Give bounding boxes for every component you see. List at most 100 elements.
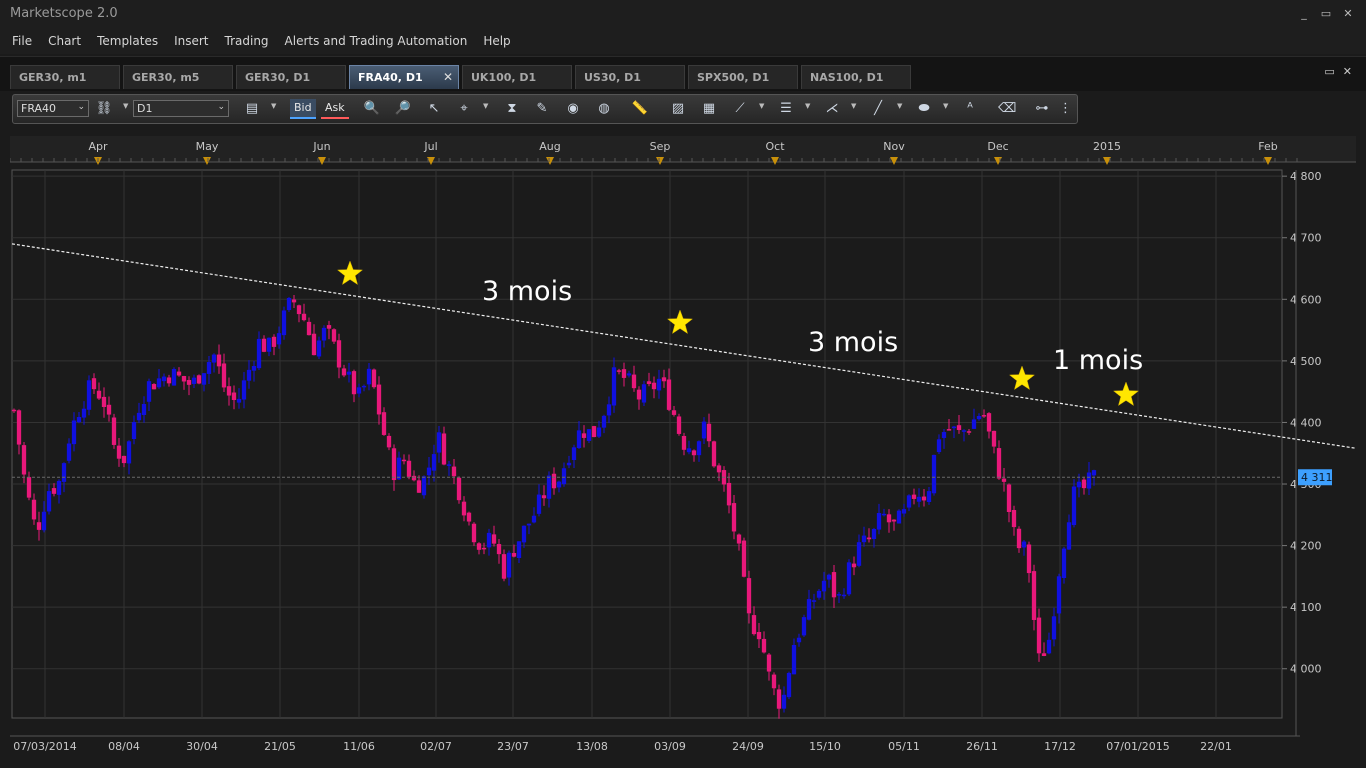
tab-spx500-d1[interactable]: SPX500, D1	[688, 65, 798, 89]
tab-close-icon[interactable]: ✕	[443, 70, 453, 84]
tab-ger30-d1[interactable]: GER30, D1	[236, 65, 346, 89]
chevron-down-icon[interactable]: ▼	[943, 102, 948, 110]
candle-up	[1061, 548, 1067, 579]
properties-icon[interactable]: ▦	[700, 100, 718, 118]
chevron-down-icon: ⌄	[77, 102, 85, 112]
tab-us30-d1[interactable]: US30, D1	[575, 65, 685, 89]
candle-down	[1026, 544, 1032, 574]
instrument-select[interactable]: FRA40 ⌄	[17, 100, 89, 117]
candle-down	[981, 415, 987, 417]
candle-up	[641, 384, 647, 403]
pitchfork-icon[interactable]: ⋌	[823, 100, 841, 118]
candle-down	[26, 477, 32, 498]
fibonacci-icon[interactable]: ⟋	[731, 100, 749, 118]
tab-fra40-d1[interactable]: FRA40, D1 ✕	[349, 65, 459, 89]
menu-trading[interactable]: Trading	[217, 30, 277, 54]
chevron-down-icon[interactable]: ▼	[851, 102, 856, 110]
candle-up	[881, 513, 887, 516]
candle-down	[716, 465, 722, 473]
candle-up	[841, 594, 847, 597]
ruler-icon[interactable]: 📏	[631, 100, 649, 118]
tab-ger30-m1[interactable]: GER30, m1	[10, 65, 120, 89]
chevron-down-icon[interactable]: ▼	[483, 102, 488, 110]
candle-up	[56, 480, 62, 495]
chevron-down-icon[interactable]: ▼	[759, 102, 764, 110]
eraser-icon[interactable]: ⌫	[998, 100, 1016, 118]
x-tick-label: 17/12	[1044, 740, 1076, 753]
chart-area[interactable]: Apr May Jun Jul Aug Sep Oct Nov Dec 2015 Feb 4 800 4…	[9, 136, 1357, 760]
chevron-down-icon: ⌄	[217, 102, 225, 112]
close-button[interactable]: ✕	[1342, 8, 1354, 20]
link-icon[interactable]: ⛓	[95, 100, 113, 118]
tab-uk100-d1[interactable]: UK100, D1	[462, 65, 572, 89]
more-icon[interactable]: ⋮	[1059, 100, 1072, 118]
cursor-icon[interactable]: ↖	[425, 100, 443, 118]
indicator-icon[interactable]: ⧗	[503, 100, 521, 118]
candle-up	[686, 448, 692, 453]
candle-up	[1056, 576, 1062, 614]
chevron-down-icon[interactable]: ▼	[123, 102, 128, 110]
x-tick-label: 02/07	[420, 740, 452, 753]
candle-up	[926, 491, 932, 502]
candlestick-chart[interactable]: Apr May Jun Jul Aug Sep Oct Nov Dec 2015 Feb 4 800 4…	[9, 136, 1357, 760]
candle-down	[186, 380, 192, 385]
chevron-down-icon[interactable]: ▼	[805, 102, 810, 110]
month-label: Oct	[765, 140, 785, 153]
ask-button[interactable]: Ask	[321, 99, 349, 119]
edit-icon[interactable]: ✎	[533, 100, 551, 118]
image-icon[interactable]: ▨	[669, 100, 687, 118]
current-price-label: 4 311	[1301, 471, 1333, 484]
text-icon[interactable]: ᴬ	[961, 100, 979, 118]
hierarchy-icon[interactable]: ⊶	[1033, 100, 1051, 118]
crosshair-icon[interactable]: ⌖	[455, 100, 473, 118]
candle-up	[191, 377, 197, 384]
minimize-button[interactable]: _	[1298, 8, 1310, 20]
candle-up	[916, 496, 922, 502]
menu-insert[interactable]: Insert	[166, 30, 216, 54]
candle-up	[936, 439, 942, 453]
candle-down	[866, 537, 872, 540]
candle-down	[466, 512, 472, 522]
candle-down	[891, 519, 897, 522]
zoom-out-icon[interactable]: 🔎	[394, 100, 412, 118]
channel-icon[interactable]: ☰	[777, 100, 795, 118]
candle-up	[241, 380, 247, 400]
candle-up	[801, 617, 807, 636]
tab-ger30-m5[interactable]: GER30, m5	[123, 65, 233, 89]
candle-down	[441, 433, 447, 465]
close-chart-button[interactable]: ✕	[1343, 65, 1352, 78]
candle-down	[416, 480, 422, 493]
candle-up	[1021, 541, 1027, 548]
chart-tab-strip: GER30, m1 GER30, m5 GER30, D1 FRA40, D1 ✕…	[0, 56, 1366, 91]
menu-file[interactable]: File	[4, 30, 40, 54]
candle-down	[176, 371, 182, 376]
ellipse-icon[interactable]: ⬬	[915, 100, 933, 118]
chart-type-icon[interactable]: ▤	[243, 100, 261, 118]
chevron-down-icon[interactable]: ▼	[271, 102, 276, 110]
eye-icon[interactable]: ◉	[564, 100, 582, 118]
menu-templates[interactable]: Templates	[89, 30, 166, 54]
candle-down	[151, 384, 157, 390]
y-tick-label: 4 400	[1290, 416, 1322, 429]
restore-button[interactable]: ▭	[1320, 8, 1332, 20]
menu-help[interactable]: Help	[475, 30, 518, 54]
candle-up	[316, 340, 322, 357]
candle-down	[231, 392, 237, 401]
candle-up	[276, 333, 282, 345]
candle-up	[896, 510, 902, 524]
timeframe-select[interactable]: D1 ⌄	[133, 100, 229, 117]
maximize-chart-button[interactable]: ▭	[1324, 65, 1334, 78]
trendline-icon[interactable]: ╱	[869, 100, 887, 118]
candle-down	[956, 425, 962, 431]
chevron-down-icon[interactable]: ▼	[897, 102, 902, 110]
zoom-in-icon[interactable]: 🔍	[363, 100, 381, 118]
candle-down	[726, 482, 732, 506]
menu-chart[interactable]: Chart	[40, 30, 89, 54]
bid-button[interactable]: Bid	[290, 99, 316, 119]
menu-alerts[interactable]: Alerts and Trading Automation	[277, 30, 476, 54]
tab-label: NAS100, D1	[810, 71, 884, 84]
tab-nas100-d1[interactable]: NAS100, D1	[801, 65, 911, 89]
y-tick-label: 4 200	[1290, 540, 1322, 553]
globe-icon[interactable]: ◍	[595, 100, 613, 118]
candle-up	[856, 542, 862, 566]
